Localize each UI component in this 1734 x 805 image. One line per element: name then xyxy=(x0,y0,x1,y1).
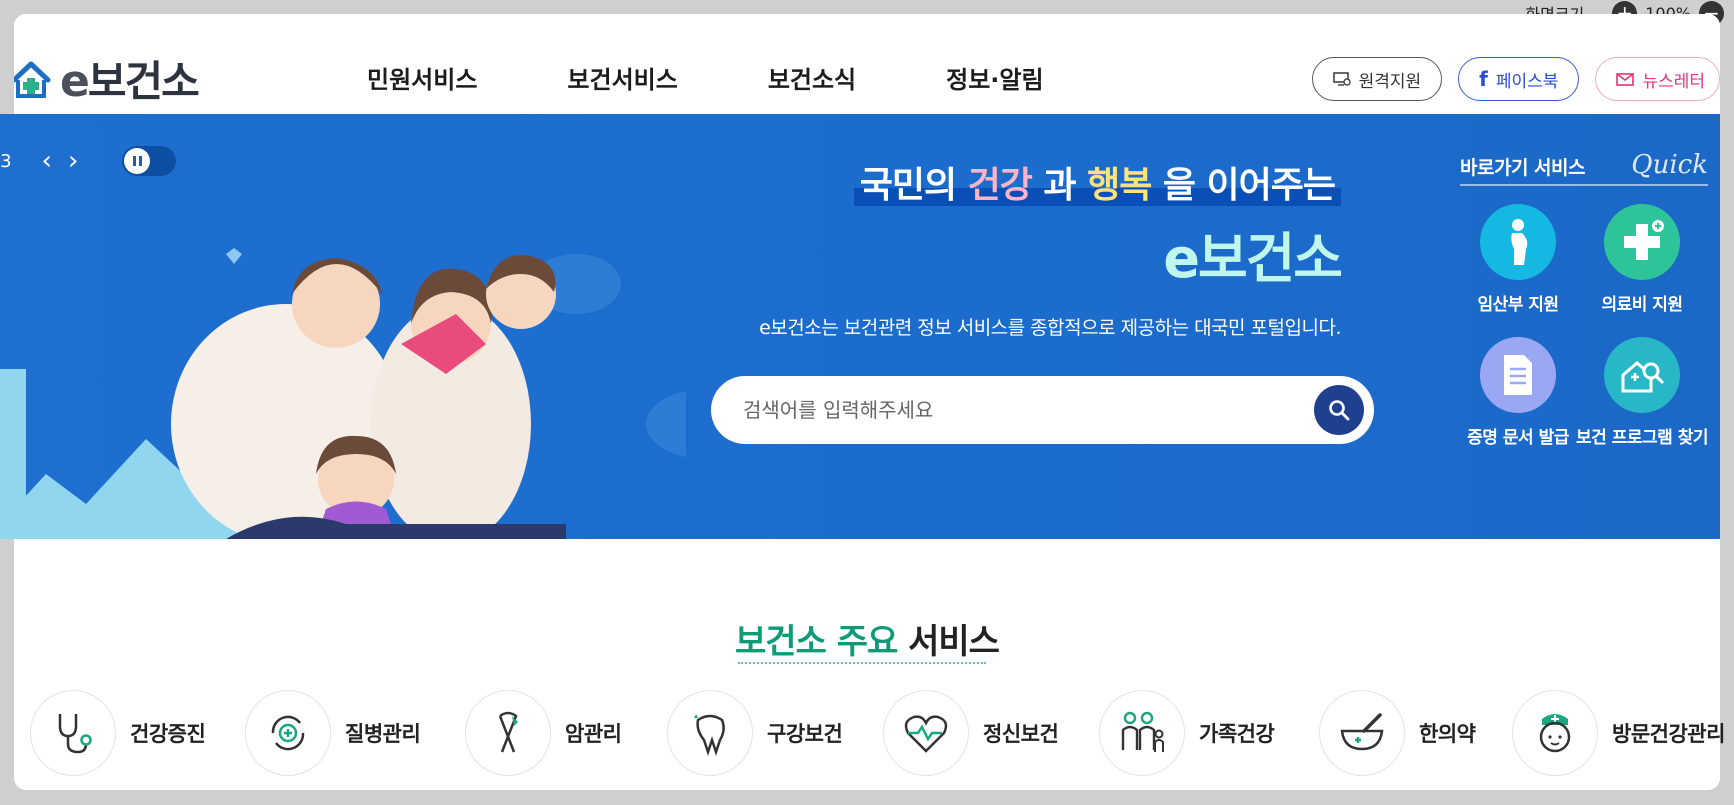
chevron-left-icon[interactable]: ‹ xyxy=(42,146,52,176)
house-cross-icon xyxy=(14,61,51,98)
section-title-underline xyxy=(738,662,986,664)
hero-brand: e보건소 xyxy=(1163,227,1343,290)
logo-text: e보건소 xyxy=(60,56,200,107)
facebook-icon: f xyxy=(1479,67,1488,91)
family-illustration xyxy=(0,248,686,539)
service-label: 가족건강 xyxy=(1199,722,1275,746)
service-label: 한의약 xyxy=(1419,722,1476,746)
tooth-icon xyxy=(694,714,725,756)
service-label: 방문건강관리 xyxy=(1612,722,1725,746)
hero-banner: / 3 ‹ › 국민의 건강 과 행복 을 이어주는 xyxy=(0,114,1720,539)
service-label: 구강보건 xyxy=(767,722,843,746)
facebook-label: 페이스북 xyxy=(1495,71,1559,92)
quick-script-text: Quick xyxy=(1631,150,1708,180)
quick-label: 임산부 지원 xyxy=(1477,295,1559,315)
service-label: 질병관리 xyxy=(345,722,421,746)
newsletter-button[interactable]: 뉴스레터 xyxy=(1595,57,1720,101)
monitor-icon xyxy=(1332,72,1351,86)
service-label: 건강증진 xyxy=(130,722,206,746)
quick-item-certificate[interactable]: 증명 문서 발급 xyxy=(1460,337,1576,448)
chevron-right-icon[interactable]: › xyxy=(68,146,78,176)
hero-copy: 국민의 건강 과 행복 을 이어주는 e보건소 e보건소는 보건관련 정보 서비… xyxy=(759,156,1343,340)
utility-links: 원격지원 f 페이스북 뉴스레터 xyxy=(1311,57,1720,101)
quick-label: 증명 문서 발급 xyxy=(1467,428,1569,448)
search-bar xyxy=(711,376,1374,444)
service-health-promotion[interactable]: 건강증진 xyxy=(30,690,206,776)
medical-cross-icon xyxy=(1624,220,1665,260)
heartbeat-icon xyxy=(904,715,948,753)
nav-item-civil-service[interactable]: 민원서비스 xyxy=(367,60,477,95)
pause-icon xyxy=(124,148,151,174)
ribbon-icon xyxy=(498,711,518,753)
slide-counter-total: 3 xyxy=(0,150,12,172)
site-logo[interactable]: e보건소 xyxy=(14,48,200,109)
service-korean-medicine[interactable]: 한의약 xyxy=(1319,690,1476,776)
document-icon xyxy=(1504,355,1533,395)
service-family-health[interactable]: 가족건강 xyxy=(1099,690,1275,776)
nurse-icon xyxy=(1539,714,1571,753)
search-input[interactable] xyxy=(743,376,1283,444)
quick-links-panel: 바로가기 서비스 Quick 임산부 지원 의료비 지원 증명 문서 발급 보건… xyxy=(1460,150,1708,448)
quick-title: 바로가기 서비스 xyxy=(1460,157,1585,179)
recycle-cross-icon xyxy=(271,715,305,751)
quick-item-pregnancy[interactable]: 임산부 지원 xyxy=(1460,204,1576,315)
search-icon xyxy=(1329,400,1350,421)
quick-item-medical-cost[interactable]: 의료비 지원 xyxy=(1576,204,1708,315)
search-home-icon xyxy=(1621,361,1664,393)
main-nav: 민원서비스 보건서비스 보건소식 정보·알림 xyxy=(367,60,1044,95)
nav-item-info[interactable]: 정보·알림 xyxy=(946,60,1043,95)
site-header: e보건소 민원서비스 보건서비스 보건소식 정보·알림 원격지원 f 페이스북 … xyxy=(14,14,1720,128)
quick-label: 의료비 지원 xyxy=(1601,295,1683,315)
facebook-button[interactable]: f 페이스북 xyxy=(1458,57,1580,101)
pregnant-icon xyxy=(1511,219,1528,265)
remote-support-button[interactable]: 원격지원 xyxy=(1311,57,1443,101)
hero-description: e보건소는 보건관련 정보 서비스를 종합적으로 제공하는 대국민 포털입니다. xyxy=(759,317,1341,339)
service-disease-management[interactable]: 질병관리 xyxy=(245,690,421,776)
quick-label: 보건 프로그램 찾기 xyxy=(1576,428,1708,448)
service-oral-health[interactable]: 구강보건 xyxy=(667,690,843,776)
main-services: 건강증진 질병관리 암관리 구강보건 정신보건 가족건강 한의약 방문건강관리 xyxy=(14,690,1734,790)
slide-pause-toggle[interactable] xyxy=(122,146,177,176)
nav-item-health-service[interactable]: 보건서비스 xyxy=(567,60,677,95)
service-cancer-management[interactable]: 암관리 xyxy=(465,690,622,776)
service-mental-health[interactable]: 정신보건 xyxy=(883,690,1059,776)
stethoscope-icon xyxy=(58,714,92,754)
newsletter-label: 뉴스레터 xyxy=(1642,71,1705,92)
nav-item-news[interactable]: 보건소식 xyxy=(768,60,856,95)
hero-tagline: 국민의 건강 과 행복 을 이어주는 xyxy=(853,156,1341,208)
mortar-icon xyxy=(1340,713,1384,751)
section-title: 보건소 주요 서비스 xyxy=(735,622,1000,662)
service-home-visit[interactable]: 방문건강관리 xyxy=(1512,690,1725,776)
service-label: 정신보건 xyxy=(983,722,1059,746)
remote-support-label: 원격지원 xyxy=(1358,71,1422,92)
newsletter-icon xyxy=(1616,73,1635,86)
quick-item-program-search[interactable]: 보건 프로그램 찾기 xyxy=(1576,337,1708,448)
family-icon xyxy=(1121,711,1164,752)
search-button[interactable] xyxy=(1314,385,1364,435)
slide-controls: / 3 ‹ › xyxy=(0,146,177,176)
service-label: 암관리 xyxy=(565,722,622,746)
